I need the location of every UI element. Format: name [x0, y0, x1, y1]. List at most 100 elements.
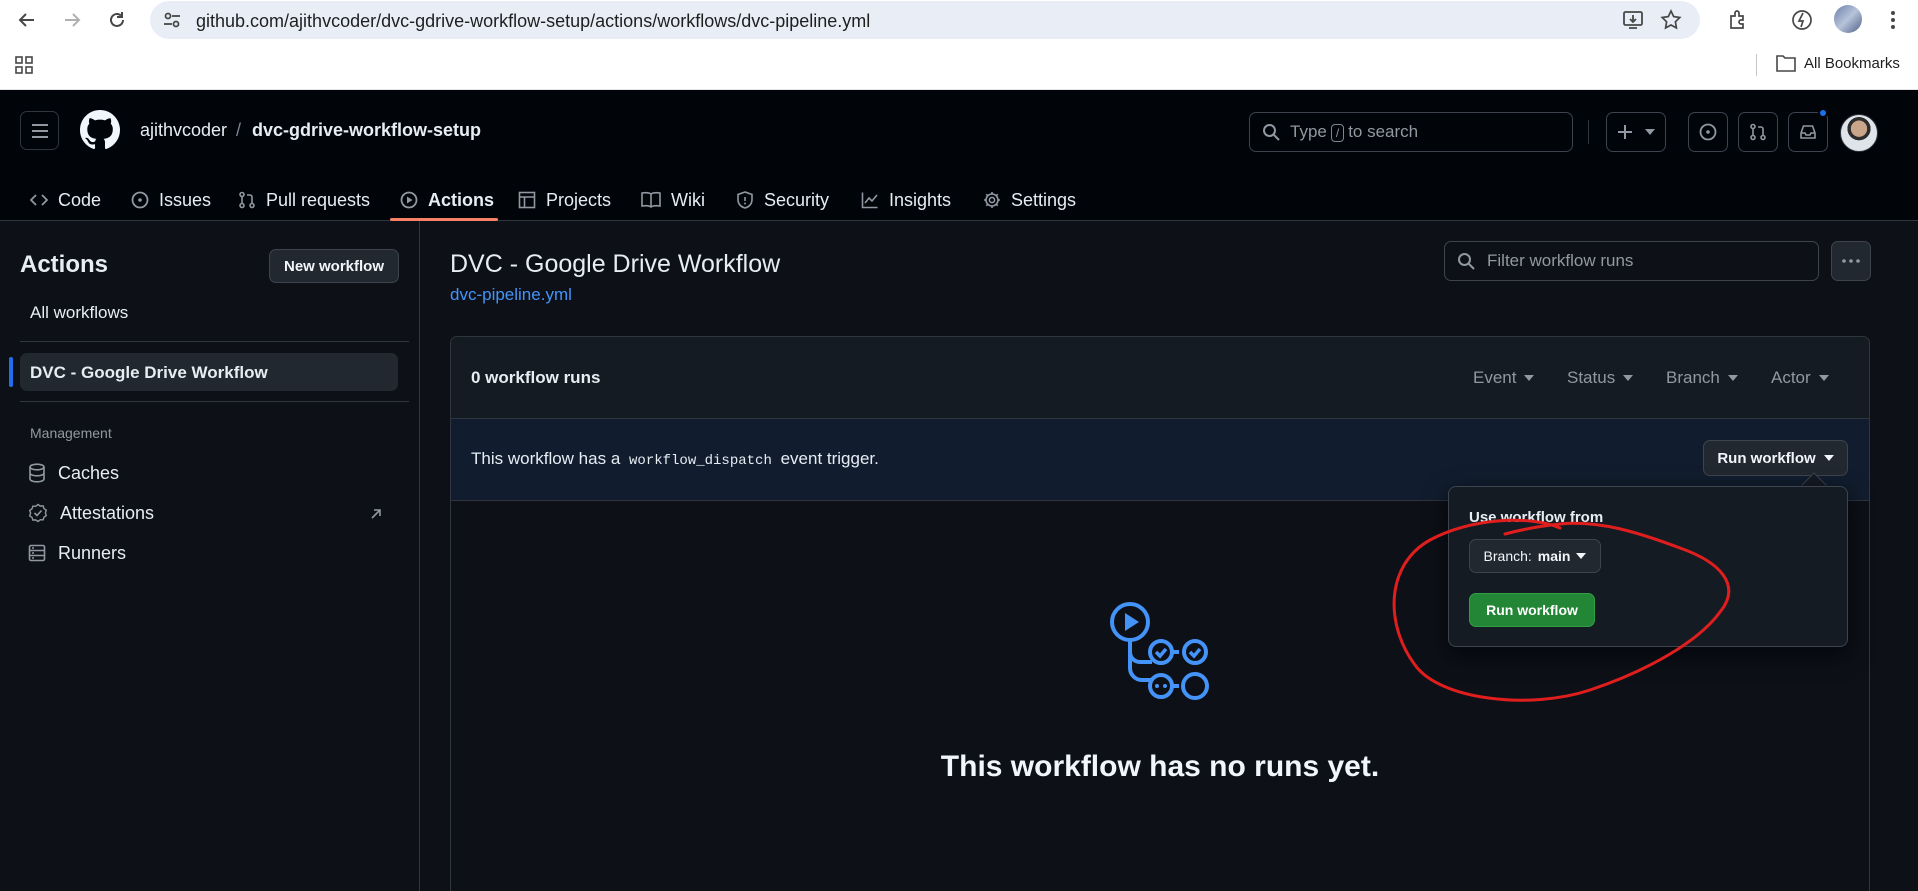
more-options-button[interactable]: [1831, 241, 1871, 281]
url-text: github.com/ajithvcoder/dvc-gdrive-workfl…: [196, 11, 871, 31]
kebab-horizontal-icon: [1842, 259, 1860, 263]
pull-requests-button[interactable]: [1738, 112, 1778, 152]
dispatch-text: This workflow has a workflow_dispatch ev…: [471, 449, 879, 469]
back-icon[interactable]: [12, 6, 42, 34]
search-shortcut-key: /: [1330, 124, 1345, 142]
sidebar-item-label: Runners: [58, 542, 127, 563]
create-new-button[interactable]: [1606, 112, 1666, 152]
bookmark-star-icon[interactable]: [1660, 9, 1682, 36]
tab-label: Pull requests: [266, 189, 371, 210]
workflow-title: DVC - Google Drive Workflow: [450, 250, 781, 278]
external-link-icon: [370, 507, 382, 525]
address-bar[interactable]: github.com/ajithvcoder/dvc-gdrive-workfl…: [150, 1, 1700, 39]
extensions-icon[interactable]: [1723, 6, 1753, 34]
tab-wiki[interactable]: Wiki: [641, 179, 705, 221]
event-filter-dropdown[interactable]: Event: [1473, 368, 1535, 388]
tab-pull-requests[interactable]: Pull requests: [238, 179, 370, 221]
tab-actions[interactable]: Actions: [400, 179, 494, 221]
status-filter-dropdown[interactable]: Status: [1567, 368, 1634, 388]
chevron-down-icon: [1818, 375, 1829, 381]
sidebar-item-caches[interactable]: Caches: [28, 458, 119, 488]
performance-icon[interactable]: [1787, 6, 1817, 34]
github-logo-icon[interactable]: [80, 110, 120, 155]
search-icon: [1458, 253, 1475, 270]
sidebar-item-runners[interactable]: Runners: [28, 538, 126, 568]
forward-icon[interactable]: [57, 6, 87, 34]
inbox-icon: [1800, 125, 1816, 139]
header-divider: [1588, 120, 1589, 144]
install-app-icon[interactable]: [1622, 9, 1644, 36]
all-bookmarks-label: All Bookmarks: [1804, 54, 1900, 72]
run-workflow-submit-button[interactable]: Run workflow: [1469, 593, 1595, 627]
play-icon: [400, 191, 418, 209]
hamburger-menu-button[interactable]: [20, 111, 59, 150]
reload-icon[interactable]: [102, 6, 132, 34]
branch-select-button[interactable]: Branch: main: [1469, 539, 1601, 573]
apps-grid-icon[interactable]: [14, 55, 34, 80]
tab-settings[interactable]: Settings: [983, 179, 1076, 221]
code-icon: [30, 191, 48, 209]
filter-runs-input[interactable]: Filter workflow runs: [1444, 241, 1819, 281]
new-workflow-button[interactable]: New workflow: [269, 249, 399, 283]
breadcrumb-separator: /: [236, 120, 242, 140]
chevron-down-icon: [1623, 375, 1634, 381]
browser-profile-avatar[interactable]: [1834, 5, 1862, 33]
server-icon: [28, 544, 46, 562]
run-workflow-button[interactable]: Run workflow: [1703, 440, 1848, 476]
notification-dot: [1818, 108, 1828, 118]
chevron-down-icon: [1823, 455, 1834, 461]
sidebar-item-label: Attestations: [60, 502, 155, 523]
chevron-down-icon: [1524, 375, 1535, 381]
actor-filter-dropdown[interactable]: Actor: [1771, 368, 1829, 388]
issues-button[interactable]: [1688, 112, 1728, 152]
chevron-down-icon: [1576, 553, 1587, 559]
sidebar-item-attestations[interactable]: Attestations: [28, 498, 154, 528]
sidebar-title: Actions: [20, 251, 109, 278]
menu-icon: [31, 123, 48, 138]
tab-label: Projects: [546, 189, 612, 210]
workflow-file-link[interactable]: dvc-pipeline.yml: [450, 285, 572, 305]
repo-owner-link[interactable]: ajithvcoder: [140, 120, 227, 141]
browser-toolbar: github.com/ajithvcoder/dvc-gdrive-workfl…: [0, 0, 1918, 40]
tab-label: Insights: [889, 189, 952, 210]
bookmarks-divider: [1756, 54, 1757, 76]
active-workflow-label: DVC - Google Drive Workflow: [30, 363, 268, 382]
sidebar-divider: [20, 341, 409, 342]
graph-icon: [861, 191, 879, 209]
verified-icon: [28, 503, 48, 523]
tab-projects[interactable]: Projects: [518, 179, 611, 221]
global-search-input[interactable]: Type / to search: [1249, 112, 1573, 152]
tab-code[interactable]: Code: [30, 179, 101, 221]
tab-label: Issues: [159, 189, 212, 210]
sidebar-item-all-workflows[interactable]: All workflows: [30, 303, 128, 323]
filter-placeholder: Filter workflow runs: [1487, 251, 1634, 270]
chevron-down-icon: [1645, 129, 1655, 135]
shield-icon: [736, 191, 754, 209]
active-indicator: [9, 357, 13, 387]
inbox-button[interactable]: [1788, 112, 1828, 152]
sidebar-item-label: Caches: [58, 462, 120, 483]
tab-insights[interactable]: Insights: [861, 179, 951, 221]
branch-name: main: [1537, 548, 1571, 564]
user-avatar[interactable]: [1840, 114, 1878, 152]
pull-request-icon: [238, 191, 256, 209]
repo-tabs: Code Issues Pull requests Actions Projec…: [0, 179, 1918, 221]
tab-issues[interactable]: Issues: [131, 179, 211, 221]
tab-label: Wiki: [671, 189, 705, 210]
chevron-down-icon: [1727, 375, 1738, 381]
bookmarks-bar: All Bookmarks: [0, 40, 1918, 90]
github-header: ajithvcoder / dvc-gdrive-workflow-setup …: [0, 90, 1918, 221]
table-icon: [518, 191, 536, 209]
database-icon: [28, 463, 46, 483]
use-workflow-from-label: Use workflow from: [1469, 509, 1604, 526]
more-menu-icon[interactable]: [1878, 6, 1908, 34]
site-settings-icon[interactable]: [162, 10, 182, 35]
all-bookmarks-button[interactable]: All Bookmarks: [1776, 54, 1900, 72]
tab-security[interactable]: Security: [736, 179, 829, 221]
repo-name-link[interactable]: dvc-gdrive-workflow-setup: [252, 120, 481, 141]
gear-icon: [983, 191, 1001, 209]
runs-count: 0 workflow runs: [471, 368, 601, 387]
tab-label: Actions: [428, 189, 495, 210]
branch-filter-dropdown[interactable]: Branch: [1666, 368, 1738, 388]
search-icon: [1263, 124, 1280, 141]
